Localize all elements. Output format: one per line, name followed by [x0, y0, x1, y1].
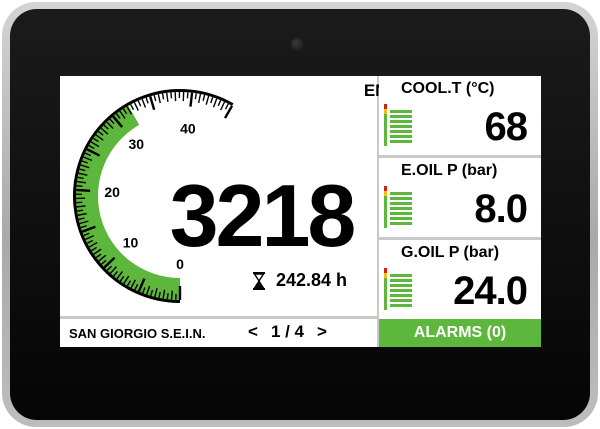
gauge-scale-label: 30 — [129, 136, 145, 152]
level-bars-icon — [384, 186, 412, 228]
gauge-tick — [197, 93, 202, 103]
level-bar — [390, 110, 412, 113]
level-bar — [390, 289, 412, 292]
warn-marker — [384, 191, 387, 196]
gauge-scale-label: 20 — [104, 184, 120, 200]
gauge-tick — [217, 99, 222, 107]
level-bar — [390, 304, 412, 307]
gauge-tick — [76, 209, 84, 212]
level-bar — [390, 299, 412, 302]
gauge-tick — [194, 93, 197, 100]
gauge-tick — [76, 205, 86, 208]
ok-marker — [384, 114, 387, 146]
level-bar — [390, 120, 412, 123]
gauge-tick — [166, 293, 169, 300]
gauge-tick — [210, 97, 214, 104]
gauge-tick — [149, 96, 156, 111]
footer-bar: SAN GIORGIO S.E.I.N. < 1 / 4 > — [60, 319, 377, 347]
hours-value: 242.84 h — [276, 270, 348, 290]
gauge-tick — [141, 98, 147, 108]
warn-marker — [384, 273, 387, 278]
cell-coolant-temp: COOL.T (°C) 68 — [379, 76, 541, 155]
level-bar — [390, 135, 412, 138]
gauge-tick — [161, 93, 165, 100]
level-bar — [390, 212, 412, 215]
page-indicator: 1 / 4 — [270, 322, 305, 341]
gauge-scale-label: 10 — [123, 235, 139, 251]
gauge-tick — [170, 290, 173, 300]
ok-marker — [384, 278, 387, 310]
gauge-tick — [220, 101, 226, 111]
gauge-tick — [157, 94, 161, 104]
cell-value: 68 — [484, 105, 528, 149]
cell-title: E.OIL P (bar) — [401, 162, 498, 179]
gauge-scale-label: 40 — [180, 120, 196, 136]
brand-label: SAN GIORGIO S.E.I.N. — [69, 326, 206, 341]
gauge-tick — [189, 92, 194, 107]
gauge-tick — [137, 100, 142, 107]
level-bar — [390, 125, 412, 128]
gauge-tick — [224, 103, 229, 110]
display-screen: 010203040 ENGINE (rpm) 3218 242.84 h COO… — [60, 76, 541, 347]
prev-page-button[interactable]: < — [248, 322, 258, 342]
level-bar — [390, 294, 412, 297]
level-bars-icon — [384, 104, 412, 146]
cell-value: 8.0 — [474, 187, 528, 231]
level-bar — [390, 284, 412, 287]
level-bar — [390, 140, 412, 143]
gauge-tick — [145, 97, 149, 104]
camera-icon — [291, 38, 304, 51]
page-navigator: < 1 / 4 > — [248, 322, 327, 342]
alarm-marker — [384, 268, 387, 273]
level-bar — [390, 207, 412, 210]
level-bar — [390, 130, 412, 133]
cell-title: G.OIL P (bar) — [401, 244, 500, 261]
gauge-tick — [205, 95, 210, 105]
ok-marker — [384, 196, 387, 228]
gauge-tick — [76, 185, 83, 188]
alarms-button[interactable]: ALARMS (0) — [379, 319, 541, 347]
level-bar — [390, 192, 412, 195]
gauge-tick — [166, 92, 169, 102]
cell-title: COOL.T (°C) — [401, 80, 495, 97]
level-bar — [390, 202, 412, 205]
gauge-tick — [170, 92, 173, 99]
cell-engine-oil-pressure: E.OIL P (bar) 8.0 — [379, 158, 541, 237]
level-bar — [390, 279, 412, 282]
level-bar — [390, 222, 412, 225]
gauge-tick — [133, 102, 139, 111]
engine-hours: 242.84 h — [252, 270, 347, 291]
gauge-tick — [212, 98, 218, 108]
level-bar — [390, 217, 412, 220]
next-page-button[interactable]: > — [317, 322, 327, 342]
gauge-tick — [202, 94, 206, 101]
level-bars-icon — [384, 268, 412, 310]
gauge-tick — [76, 188, 91, 192]
alarm-marker — [384, 186, 387, 191]
gauge-tick — [153, 95, 157, 102]
level-bar — [390, 274, 412, 277]
rpm-readout: 3218 — [169, 166, 357, 265]
cell-value: 24.0 — [453, 269, 528, 313]
level-bar — [390, 197, 412, 200]
alarm-marker — [384, 104, 387, 109]
cell-gear-oil-pressure: G.OIL P (bar) 24.0 — [379, 240, 541, 319]
gauge-tick — [130, 104, 135, 111]
warn-marker — [384, 109, 387, 114]
level-bar — [390, 115, 412, 118]
hourglass-icon — [253, 271, 265, 290]
